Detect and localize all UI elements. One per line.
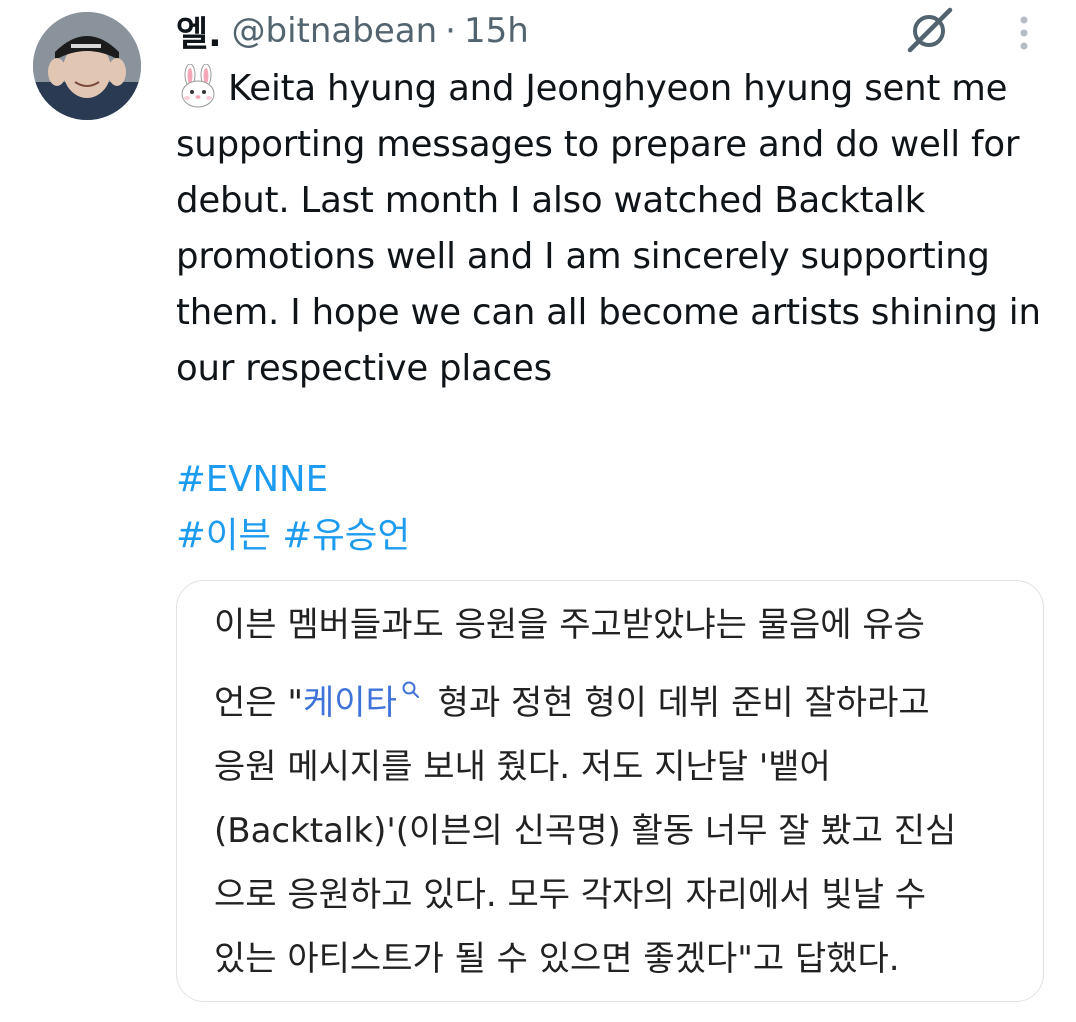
hashtag-link[interactable]: #EVNNE [176, 459, 328, 500]
media-line: 언은 "케이타 형과 정현 형이 데뷔 준비 잘하라고 [214, 657, 1034, 735]
hashtag-link[interactable]: #이븐 [176, 515, 271, 556]
hashtags: #EVNNE #이븐 #유승언 [176, 452, 410, 564]
tweet-header: 엘. @bitnabean · 15h [176, 6, 529, 56]
media-line-prefix: 언은 " [214, 683, 304, 723]
media-line-suffix: 형과 정현 형이 데뷔 준비 잘하라고 [426, 683, 930, 723]
keyword-link: 케이타 [303, 683, 397, 723]
author-display-name[interactable]: 엘. [176, 6, 222, 57]
media-line: 으로 응원하고 있다. 모두 각자의 자리에서 빛날 수 [214, 875, 927, 915]
tweet-body-text: Keita hyung and Jeonghyeon hyung sent me… [176, 68, 1041, 389]
more-options-icon[interactable] [1004, 14, 1044, 54]
avatar[interactable] [33, 12, 141, 120]
hashtag-link[interactable]: #유승언 [282, 515, 410, 556]
header-separator: · [445, 11, 456, 51]
media-line: 이븐 멤버들과도 응원을 주고받았냐는 물음에 유승 [214, 605, 925, 645]
tweet-timestamp[interactable]: 15h [464, 11, 529, 51]
media-image[interactable]: 이븐 멤버들과도 응원을 주고받았냐는 물음에 유승 언은 "케이타 형과 정현… [176, 580, 1044, 1002]
author-handle[interactable]: @bitnabean [232, 11, 438, 51]
media-article-text: 이븐 멤버들과도 응원을 주고받았냐는 물음에 유승 언은 "케이타 형과 정현… [214, 593, 1034, 991]
media-line: 응원 메시지를 보내 줬다. 저도 지난달 '뱉어 [214, 747, 831, 787]
media-line: 있는 아티스트가 될 수 있으면 좋겠다"고 답했다. [214, 939, 900, 979]
media-line: (Backtalk)'(이븐의 신곡명) 활동 너무 잘 봤고 진심 [214, 811, 957, 851]
tweet-text: Keita hyung and Jeonghyeon hyung sent me… [176, 61, 1056, 397]
keyword-search-icon [401, 657, 421, 698]
grok-icon[interactable] [902, 4, 958, 54]
rabbit-face-emoji [176, 63, 220, 108]
